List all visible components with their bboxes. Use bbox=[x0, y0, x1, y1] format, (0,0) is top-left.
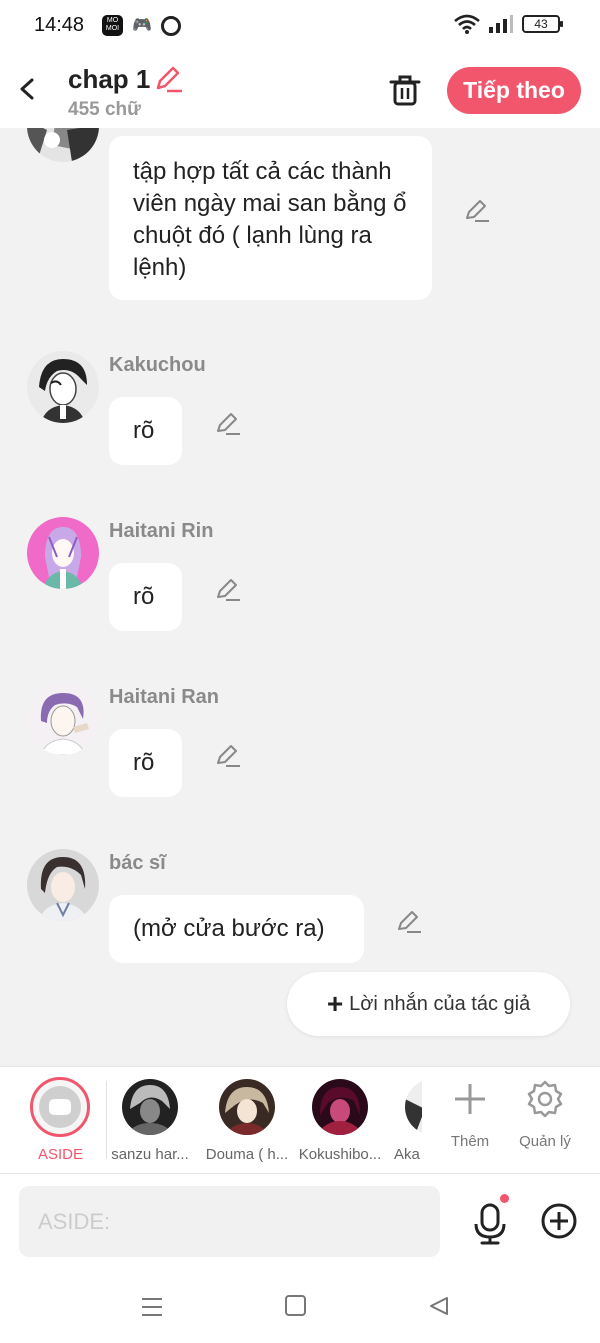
avatar[interactable] bbox=[27, 517, 99, 589]
add-character-label: Thêm bbox=[450, 1133, 490, 1150]
record-icon bbox=[161, 16, 181, 36]
aside-icon bbox=[39, 1086, 81, 1128]
back-button[interactable] bbox=[14, 72, 44, 106]
status-bar: 14:48 MO MOI 🎮 43 bbox=[0, 0, 600, 54]
system-nav-bar bbox=[0, 1268, 600, 1343]
character-item[interactable]: Aka bbox=[386, 1077, 422, 1167]
aside-label: ASIDE bbox=[38, 1146, 84, 1163]
status-notification-icons: MO MOI 🎮 bbox=[102, 15, 181, 36]
signal-icon bbox=[489, 15, 513, 33]
chapter-title[interactable]: chap 1 bbox=[68, 64, 150, 95]
add-character-button[interactable]: Thêm bbox=[435, 1079, 505, 1159]
chat-area[interactable]: tập hợp tất cả các thành viên ngày mai s… bbox=[0, 128, 600, 1066]
manage-characters-label: Quản lý bbox=[519, 1133, 571, 1150]
word-count: 455 chữ bbox=[68, 99, 141, 120]
character-name: Aka bbox=[394, 1146, 420, 1163]
character-name: Douma ( h... bbox=[205, 1146, 289, 1163]
plus-icon bbox=[455, 1084, 485, 1114]
avatar[interactable] bbox=[27, 351, 99, 423]
character-item[interactable]: Kokushibo... bbox=[293, 1077, 387, 1167]
notification-dot bbox=[500, 1194, 509, 1203]
home-icon[interactable] bbox=[285, 1295, 306, 1316]
edit-message-icon[interactable] bbox=[215, 410, 241, 436]
speaker-name: Haitani Ran bbox=[109, 686, 220, 708]
author-note-button[interactable]: + Lời nhắn của tác giả bbox=[287, 972, 570, 1036]
message-bubble[interactable]: (mở cửa bước ra) bbox=[109, 895, 364, 963]
status-time: 14:48 bbox=[34, 14, 85, 36]
edit-message-icon[interactable] bbox=[396, 908, 422, 934]
gamepad-icon: 🎮 bbox=[132, 17, 152, 34]
character-item[interactable]: Douma ( h... bbox=[200, 1077, 294, 1167]
next-button[interactable]: Tiếp theo bbox=[447, 67, 581, 114]
manage-characters-button[interactable]: Quản lý bbox=[510, 1079, 580, 1159]
character-item[interactable]: sanzu har... bbox=[103, 1077, 197, 1167]
edit-title-icon[interactable] bbox=[153, 64, 183, 94]
avatar[interactable] bbox=[27, 849, 99, 921]
character-avatar bbox=[122, 1079, 178, 1135]
wifi-icon bbox=[454, 14, 480, 34]
message-bubble[interactable]: rõ bbox=[109, 397, 182, 465]
message-bubble[interactable]: rõ bbox=[109, 729, 182, 797]
character-name: Kokushibo... bbox=[298, 1146, 382, 1163]
input-area bbox=[0, 1174, 600, 1268]
speaker-name: Kakuchou bbox=[109, 354, 206, 376]
character-avatar bbox=[219, 1079, 275, 1135]
status-system-icons: 43 bbox=[454, 14, 563, 34]
character-avatar bbox=[405, 1079, 422, 1135]
message-bubble[interactable]: tập hợp tất cả các thành viên ngày mai s… bbox=[109, 136, 432, 300]
edit-message-icon[interactable] bbox=[215, 576, 241, 602]
speaker-name: Haitani Rin bbox=[109, 520, 214, 542]
author-note-label: Lời nhắn của tác giả bbox=[349, 993, 531, 1015]
microphone-icon[interactable] bbox=[470, 1202, 510, 1246]
edit-message-icon[interactable] bbox=[215, 742, 241, 768]
battery-icon: 43 bbox=[522, 15, 563, 33]
avatar[interactable] bbox=[27, 683, 99, 755]
aside-button[interactable] bbox=[30, 1077, 90, 1137]
speaker-name: bác sĩ bbox=[109, 852, 166, 874]
add-circle-icon[interactable] bbox=[541, 1203, 577, 1239]
message-input[interactable] bbox=[19, 1186, 440, 1257]
editor-header: chap 1 455 chữ Tiếp theo bbox=[0, 54, 600, 128]
message-bubble[interactable]: rõ bbox=[109, 563, 182, 631]
back-triangle-icon[interactable] bbox=[427, 1295, 451, 1317]
trash-icon[interactable] bbox=[387, 72, 423, 108]
character-avatar bbox=[312, 1079, 368, 1135]
character-name: sanzu har... bbox=[111, 1146, 189, 1163]
menu-icon[interactable] bbox=[140, 1296, 164, 1318]
app-notification-icon: MO MOI bbox=[102, 15, 123, 36]
edit-message-icon[interactable] bbox=[464, 197, 490, 223]
gear-icon bbox=[527, 1080, 563, 1118]
avatar[interactable] bbox=[27, 128, 99, 162]
character-bar: ASIDE sanzu har... Douma ( h... Kokushib… bbox=[0, 1066, 600, 1174]
plus-icon: + bbox=[326, 988, 344, 1019]
